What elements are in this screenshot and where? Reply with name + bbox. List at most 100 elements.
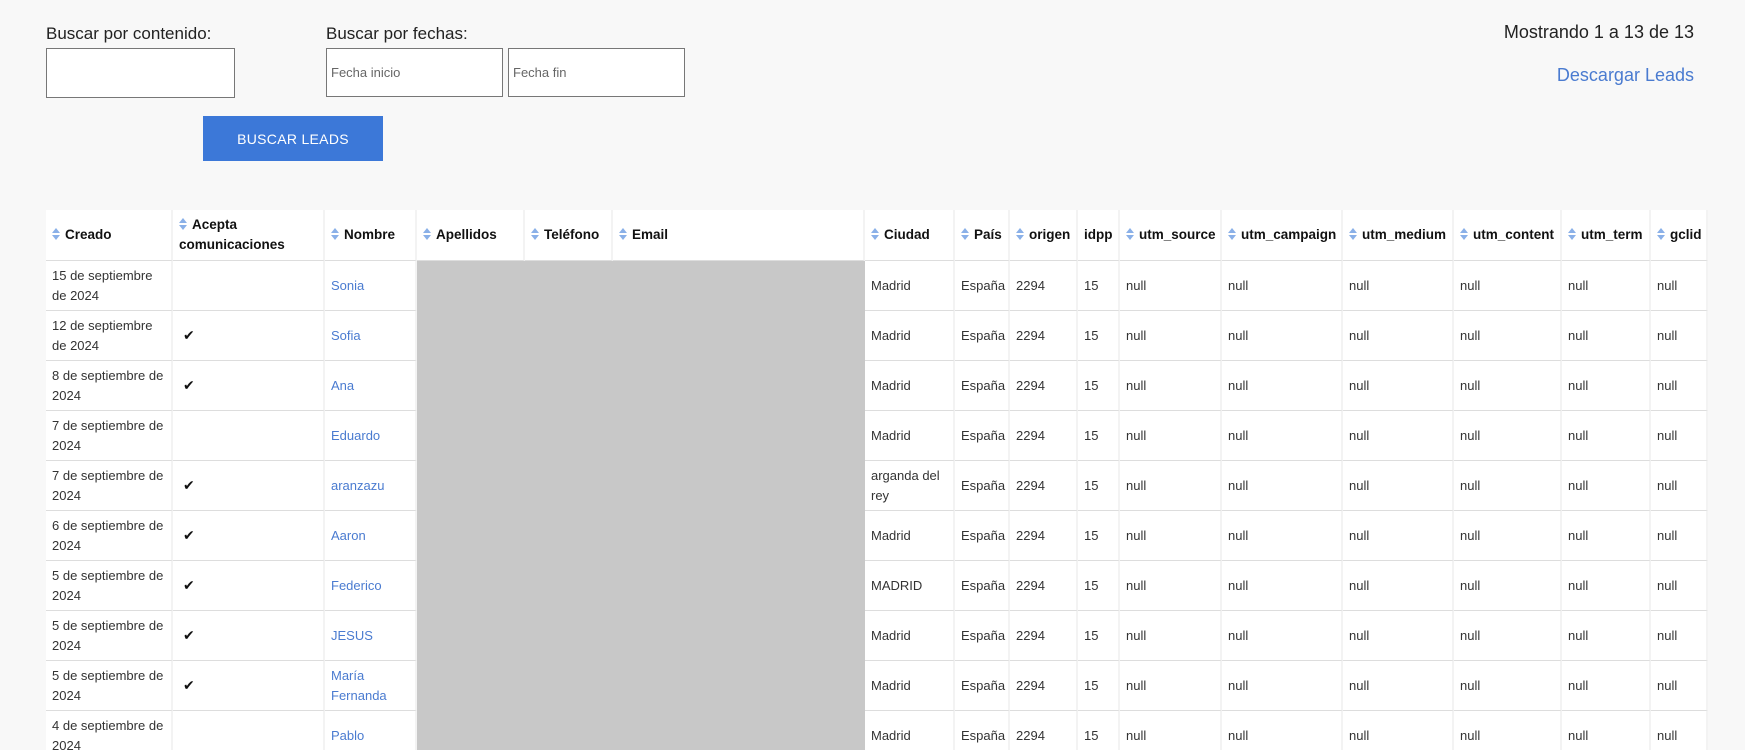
cell-utm-medium: null	[1343, 361, 1454, 411]
cell-utm-term: null	[1562, 411, 1651, 461]
column-header-pais[interactable]: País	[955, 210, 1010, 261]
cell-nombre[interactable]: Federico	[325, 561, 417, 611]
redacted-cell-apellidos	[417, 711, 525, 750]
column-header-utm-content[interactable]: utm_content	[1454, 210, 1562, 261]
table-body: 15 de septiembre de 2024 Sonia Madrid Españ…	[46, 261, 1708, 750]
cell-nombre[interactable]: JESUS	[325, 611, 417, 661]
table-row[interactable]: 4 de septiembre de 2024 Pablo Madrid España…	[46, 711, 1708, 750]
cell-creado: 12 de septiembre de 2024	[46, 311, 173, 361]
cell-nombre[interactable]: Eduardo	[325, 411, 417, 461]
cell-nombre[interactable]: Sonia	[325, 261, 417, 311]
column-header-origen[interactable]: origen	[1010, 210, 1078, 261]
sort-icon[interactable]	[1568, 228, 1577, 241]
lead-name-link[interactable]: Eduardo	[331, 428, 380, 443]
download-leads-link[interactable]: Descargar Leads	[1557, 65, 1694, 86]
date-search-label: Buscar por fechas:	[326, 24, 468, 43]
lead-name-link[interactable]: JESUS	[331, 628, 373, 643]
cell-utm-term: null	[1562, 311, 1651, 361]
cell-utm-medium: null	[1343, 561, 1454, 611]
column-header-utm-source[interactable]: utm_source	[1120, 210, 1222, 261]
cell-utm-campaign: null	[1222, 511, 1343, 561]
table-row[interactable]: 15 de septiembre de 2024 Sonia Madrid Españ…	[46, 261, 1708, 311]
table-row[interactable]: 12 de septiembre de 2024 ✔ Sofia Madrid Espa…	[46, 311, 1708, 361]
column-header-telefono[interactable]: Teléfono	[525, 210, 613, 261]
cell-utm-content: null	[1454, 611, 1562, 661]
sort-icon[interactable]	[331, 228, 340, 241]
column-header-utm-medium[interactable]: utm_medium	[1343, 210, 1454, 261]
content-search-input[interactable]	[46, 48, 235, 98]
column-header-nombre[interactable]: Nombre	[325, 210, 417, 261]
column-header-utm-campaign[interactable]: utm_campaign	[1222, 210, 1343, 261]
table-row[interactable]: 7 de septiembre de 2024 Eduardo Madrid Espa…	[46, 411, 1708, 461]
cell-acepta: ✔	[173, 661, 325, 711]
sort-icon[interactable]	[423, 228, 432, 241]
sort-icon[interactable]	[619, 228, 628, 241]
sort-icon[interactable]	[1228, 228, 1237, 241]
sort-icon[interactable]	[531, 228, 540, 241]
cell-origen: 2294	[1010, 611, 1078, 661]
table-row[interactable]: 6 de septiembre de 2024 ✔ Aaron Madrid Españ…	[46, 511, 1708, 561]
table-row[interactable]: 5 de septiembre de 2024 ✔ JESUS Madrid Españ…	[46, 611, 1708, 661]
column-header-utm-term[interactable]: utm_term	[1562, 210, 1651, 261]
search-leads-button[interactable]: BUSCAR LEADS	[203, 116, 383, 161]
cell-nombre[interactable]: Aaron	[325, 511, 417, 561]
redacted-cell-telefono	[525, 411, 613, 461]
lead-name-link[interactable]: aranzazu	[331, 478, 384, 493]
cell-acepta: ✔	[173, 311, 325, 361]
sort-icon[interactable]	[1460, 228, 1469, 241]
cell-utm-source: null	[1120, 511, 1222, 561]
end-date-input[interactable]	[508, 48, 685, 97]
cell-nombre[interactable]: María Fernanda	[325, 661, 417, 711]
table-row[interactable]: 5 de septiembre de 2024 ✔ María Fernanda Ma…	[46, 661, 1708, 711]
cell-gclid: null	[1651, 661, 1708, 711]
cell-pais: España	[955, 511, 1010, 561]
column-header-acepta[interactable]: Acepta comunicaciones	[173, 210, 325, 261]
cell-gclid: null	[1651, 311, 1708, 361]
lead-name-link[interactable]: Aaron	[331, 528, 366, 543]
lead-name-link[interactable]: Pablo	[331, 728, 364, 743]
lead-name-link[interactable]: Sofia	[331, 328, 361, 343]
sort-icon[interactable]	[52, 228, 61, 241]
sort-icon[interactable]	[1349, 228, 1358, 241]
column-header-creado[interactable]: Creado	[46, 210, 173, 261]
table-row[interactable]: 7 de septiembre de 2024 ✔ aranzazu arganda …	[46, 461, 1708, 511]
cell-origen: 2294	[1010, 661, 1078, 711]
column-header-email[interactable]: Email	[613, 210, 865, 261]
cell-idpp: 15	[1078, 561, 1120, 611]
lead-name-link[interactable]: María Fernanda	[331, 668, 387, 703]
lead-name-link[interactable]: Federico	[331, 578, 382, 593]
table-row[interactable]: 5 de septiembre de 2024 ✔ Federico MADRID Es…	[46, 561, 1708, 611]
sort-icon[interactable]	[1126, 228, 1135, 241]
cell-utm-content: null	[1454, 411, 1562, 461]
redacted-cell-telefono	[525, 661, 613, 711]
cell-nombre[interactable]: Ana	[325, 361, 417, 411]
cell-creado: 15 de septiembre de 2024	[46, 261, 173, 311]
cell-nombre[interactable]: Pablo	[325, 711, 417, 750]
cell-acepta: ✔	[173, 461, 325, 511]
column-header-apellidos[interactable]: Apellidos	[417, 210, 525, 261]
cell-nombre[interactable]: Sofia	[325, 311, 417, 361]
sort-icon[interactable]	[961, 228, 970, 241]
column-header-ciudad[interactable]: Ciudad	[865, 210, 955, 261]
checkmark-icon: ✔	[183, 377, 195, 393]
cell-pais: España	[955, 261, 1010, 311]
cell-acepta	[173, 711, 325, 750]
cell-creado: 5 de septiembre de 2024	[46, 661, 173, 711]
column-header-gclid[interactable]: gclid	[1651, 210, 1708, 261]
column-header-idpp: idpp	[1078, 210, 1120, 261]
lead-name-link[interactable]: Sonia	[331, 278, 364, 293]
sort-icon[interactable]	[871, 228, 880, 241]
sort-icon[interactable]	[1657, 228, 1666, 241]
cell-idpp: 15	[1078, 261, 1120, 311]
table-row[interactable]: 8 de septiembre de 2024 ✔ Ana Madrid España 2…	[46, 361, 1708, 411]
sort-icon[interactable]	[179, 218, 188, 231]
cell-ciudad: Madrid	[865, 261, 955, 311]
start-date-input[interactable]	[326, 48, 503, 97]
cell-utm-term: null	[1562, 261, 1651, 311]
lead-name-link[interactable]: Ana	[331, 378, 354, 393]
sort-icon[interactable]	[1016, 228, 1025, 241]
cell-nombre[interactable]: aranzazu	[325, 461, 417, 511]
cell-gclid: null	[1651, 561, 1708, 611]
cell-acepta	[173, 411, 325, 461]
cell-gclid: null	[1651, 361, 1708, 411]
